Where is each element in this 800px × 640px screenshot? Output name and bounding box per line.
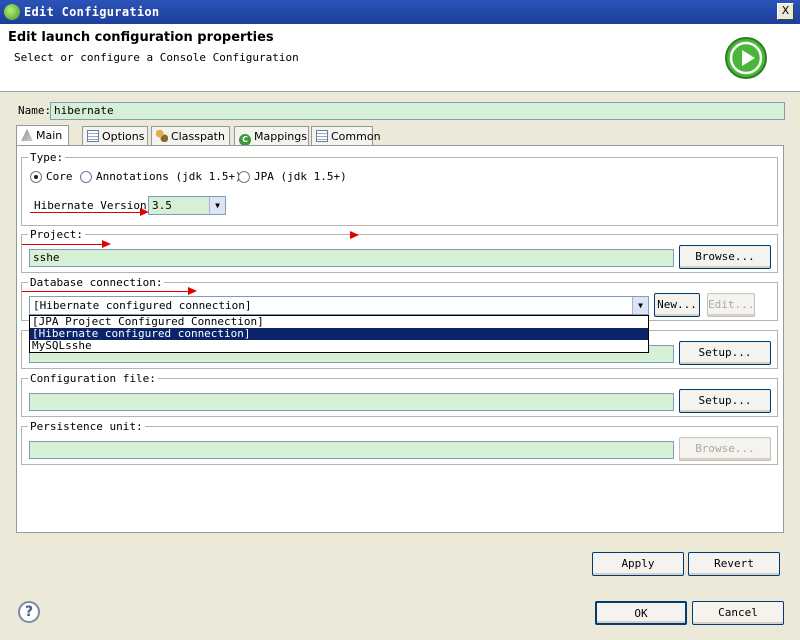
dialog-banner: Edit launch configuration properties Sel…	[0, 24, 800, 92]
persistence-unit-field[interactable]	[29, 441, 674, 459]
annotation-arrow-version	[140, 208, 149, 216]
persistence-unit-group: Persistence unit: Browse...	[21, 420, 778, 465]
hibernate-version-label: Hibernate Version:	[34, 199, 154, 212]
edit-connection-button[interactable]: Edit...	[707, 293, 755, 317]
tab-common[interactable]: Common	[311, 126, 381, 146]
tab-main-label: Main	[36, 129, 63, 142]
tab-main[interactable]: Main	[16, 125, 69, 146]
project-browse-button[interactable]: Browse...	[679, 245, 771, 269]
persistence-unit-title: Persistence unit:	[28, 420, 145, 433]
title-bar: Edit Configuration X	[0, 0, 800, 24]
radio-jpa-dot	[238, 170, 250, 183]
database-connection-select[interactable]: [Hibernate configured connection] ▼	[29, 296, 649, 315]
chevron-down-icon[interactable]: ▼	[632, 297, 648, 314]
type-group: Type: Core Annotations (jdk 1.5+) JPA (j…	[21, 151, 778, 226]
configuration-file-setup-button[interactable]: Setup...	[679, 389, 771, 413]
tab-options-label: Options	[102, 130, 145, 143]
properties-setup-button[interactable]: Setup...	[679, 341, 771, 365]
radio-annotations[interactable]: Annotations (jdk 1.5+)	[80, 170, 242, 183]
help-icon[interactable]: ?	[18, 601, 40, 623]
tab-classpath-label: Classpath	[171, 130, 225, 143]
tab-common-label: Common	[331, 130, 381, 143]
name-label: Name:	[18, 104, 52, 117]
options-tab-icon	[87, 130, 99, 142]
apply-button[interactable]: Apply	[592, 552, 684, 576]
annotation-arrow-marker	[350, 231, 359, 239]
tab-classpath[interactable]: Classpath	[151, 126, 230, 146]
radio-jpa-label: JPA (jdk 1.5+)	[254, 170, 347, 183]
radio-annotations-dot	[80, 170, 92, 183]
project-field[interactable]: sshe	[29, 249, 674, 267]
persistence-browse-button[interactable]: Browse...	[679, 437, 771, 461]
main-tab-icon	[21, 129, 33, 141]
configuration-file-field[interactable]	[29, 393, 674, 411]
project-group-title: Project:	[28, 228, 85, 241]
tab-mappings-label: Mappings	[254, 130, 307, 143]
classpath-tab-icon	[156, 130, 168, 142]
database-connection-value: [Hibernate configured connection]	[33, 299, 252, 312]
common-tab-icon	[316, 130, 328, 142]
app-icon	[4, 4, 20, 20]
radio-core[interactable]: Core	[30, 170, 73, 183]
ok-button[interactable]: OK	[595, 601, 687, 625]
new-connection-button[interactable]: New...	[654, 293, 700, 317]
database-connection-title: Database connection:	[28, 276, 165, 289]
cancel-button[interactable]: Cancel	[692, 601, 784, 625]
annotation-underline-database	[22, 291, 190, 292]
tab-mappings[interactable]: C Mappings	[234, 126, 309, 146]
chevron-down-icon[interactable]: ▼	[209, 197, 225, 214]
project-group: Project: sshe Browse...	[21, 228, 778, 273]
dropdown-option-hibernate[interactable]: [Hibernate configured connection]	[30, 328, 648, 340]
banner-heading: Edit launch configuration properties	[8, 30, 274, 45]
close-button[interactable]: X	[777, 3, 794, 20]
radio-annotations-label: Annotations (jdk 1.5+)	[96, 170, 242, 183]
annotation-arrow-project	[102, 240, 111, 248]
annotation-underline-version	[30, 212, 142, 213]
radio-jpa[interactable]: JPA (jdk 1.5+)	[238, 170, 347, 183]
configuration-file-title: Configuration file:	[28, 372, 158, 385]
revert-button[interactable]: Revert	[688, 552, 780, 576]
configuration-file-group: Configuration file: Setup...	[21, 372, 778, 417]
radio-core-label: Core	[46, 170, 73, 183]
type-group-title: Type:	[28, 151, 66, 164]
radio-core-dot	[30, 170, 42, 183]
hibernate-version-select[interactable]: 3.5 ▼	[148, 196, 226, 215]
run-icon	[725, 37, 767, 79]
dropdown-option-mysqlsshe[interactable]: MySQLsshe	[30, 340, 648, 352]
tab-options[interactable]: Options	[82, 126, 148, 146]
annotation-underline-project	[22, 244, 104, 245]
hibernate-version-value: 3.5	[152, 199, 172, 212]
annotation-arrow-database	[188, 287, 197, 295]
banner-subtitle: Select or configure a Console Configurat…	[14, 51, 299, 64]
window-title: Edit Configuration	[24, 5, 160, 19]
name-field[interactable]: hibernate	[50, 102, 785, 120]
database-connection-dropdown: [JPA Project Configured Connection] [Hib…	[29, 315, 649, 353]
